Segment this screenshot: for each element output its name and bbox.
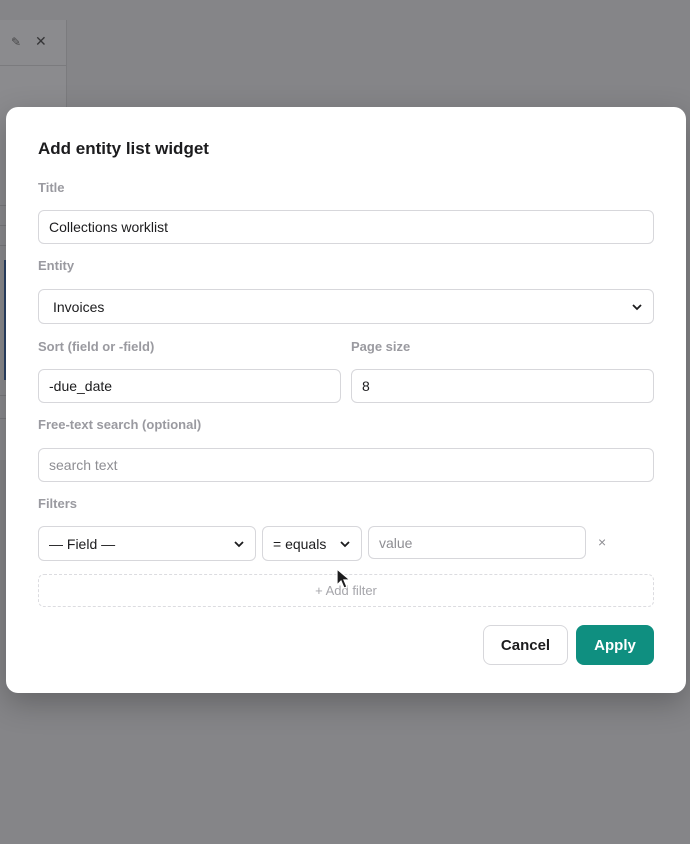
filter-value-input[interactable] [368,526,586,559]
remove-filter-icon[interactable]: × [598,534,606,550]
filter-operator-value: = equals [273,535,327,552]
cancel-button[interactable]: Cancel [483,625,568,665]
filters-label: Filters [38,496,78,511]
sort-label: Sort (field or -field) [38,339,155,354]
filter-operator-select[interactable]: = equals [262,526,362,561]
add-widget-dialog: Add entity list widget Title Entity Invo… [6,107,686,693]
mouse-cursor-icon [336,568,352,589]
sort-input[interactable] [38,369,341,403]
dialog-title: Add entity list widget [38,139,209,158]
chevron-down-icon [631,301,643,313]
chevron-down-icon [339,538,351,550]
search-label: Free-text search (optional) [38,417,202,432]
entity-select[interactable]: Invoices [38,289,654,324]
filter-field-select[interactable]: — Field — [38,526,256,561]
apply-button[interactable]: Apply [576,625,654,665]
entity-select-value: Invoices [53,298,105,315]
chevron-down-icon [233,538,245,550]
page-size-label: Page size [351,339,411,354]
page-size-input[interactable] [351,369,654,403]
entity-label: Entity [38,258,75,273]
filter-field-value: — Field — [49,535,116,552]
title-input[interactable] [38,210,654,244]
search-input[interactable] [38,448,654,482]
title-label: Title [38,180,65,195]
